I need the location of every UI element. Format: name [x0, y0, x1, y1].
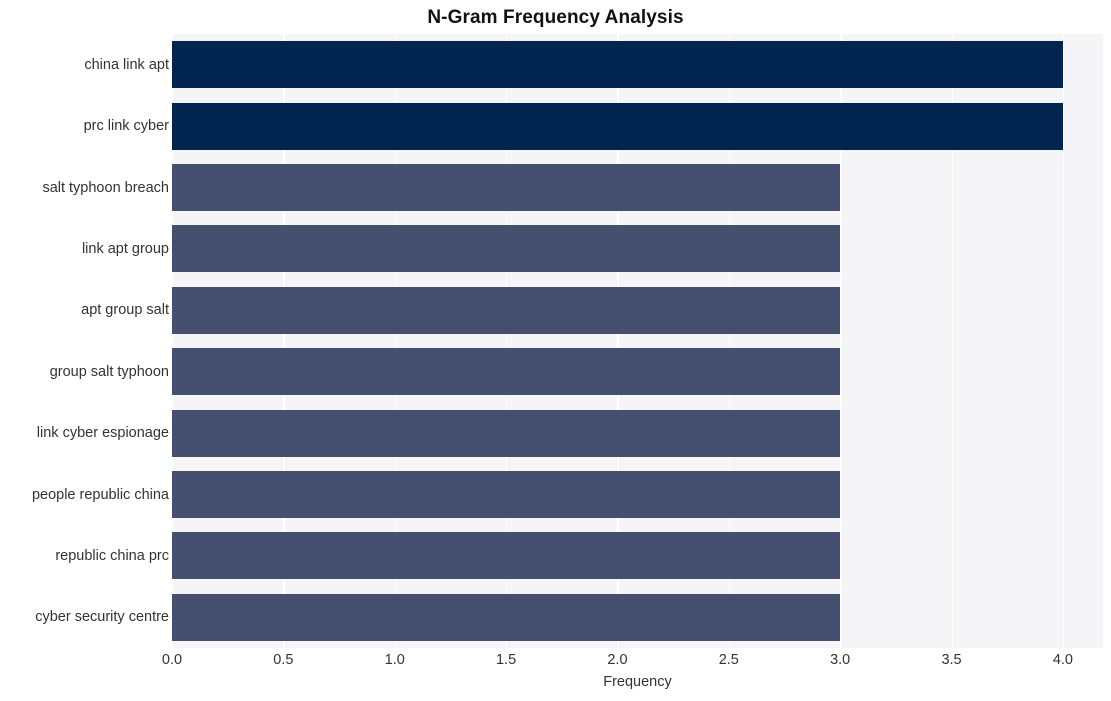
x-tick-label-7: 3.5 — [941, 652, 962, 668]
y-tick-label-0: china link apt — [84, 56, 169, 73]
x-tick-label-1: 0.5 — [273, 652, 294, 668]
chart-title: N-Gram Frequency Analysis — [427, 7, 684, 28]
y-tick-label-4: apt group salt — [81, 302, 169, 319]
x-tick-label-8: 4.0 — [1052, 652, 1073, 668]
y-tick-label-9: cyber security centre — [35, 609, 169, 626]
y-axis-tick-labels: china link apt prc link cyber salt typhoon… — [0, 34, 1111, 648]
chart-figure: N-Gram Frequency Analysis china link apt… — [0, 0, 1111, 701]
x-tick-label-5: 2.5 — [718, 652, 739, 668]
y-tick-label-5: group salt typhoon — [49, 363, 169, 380]
y-tick-label-3: link apt group — [81, 240, 169, 257]
y-tick-label-7: people republic china — [31, 486, 169, 503]
x-tick-label-4: 2.0 — [607, 652, 628, 668]
y-tick-label-8: republic china prc — [55, 547, 169, 564]
y-tick-label-1: prc link cyber — [83, 118, 169, 135]
x-tick-label-0: 0.0 — [161, 652, 183, 668]
x-tick-label-2: 1.0 — [384, 652, 405, 668]
x-tick-label-6: 3.0 — [830, 652, 851, 668]
x-axis-label: Frequency — [603, 674, 672, 690]
y-tick-label-2: salt typhoon breach — [42, 179, 169, 196]
y-tick-label-6: link cyber espionage — [36, 425, 169, 442]
x-axis-tick-labels: 0.0 0.5 1.0 1.5 2.0 2.5 3.0 3.5 4.0 — [0, 652, 1111, 674]
x-tick-label-3: 1.5 — [495, 652, 517, 668]
